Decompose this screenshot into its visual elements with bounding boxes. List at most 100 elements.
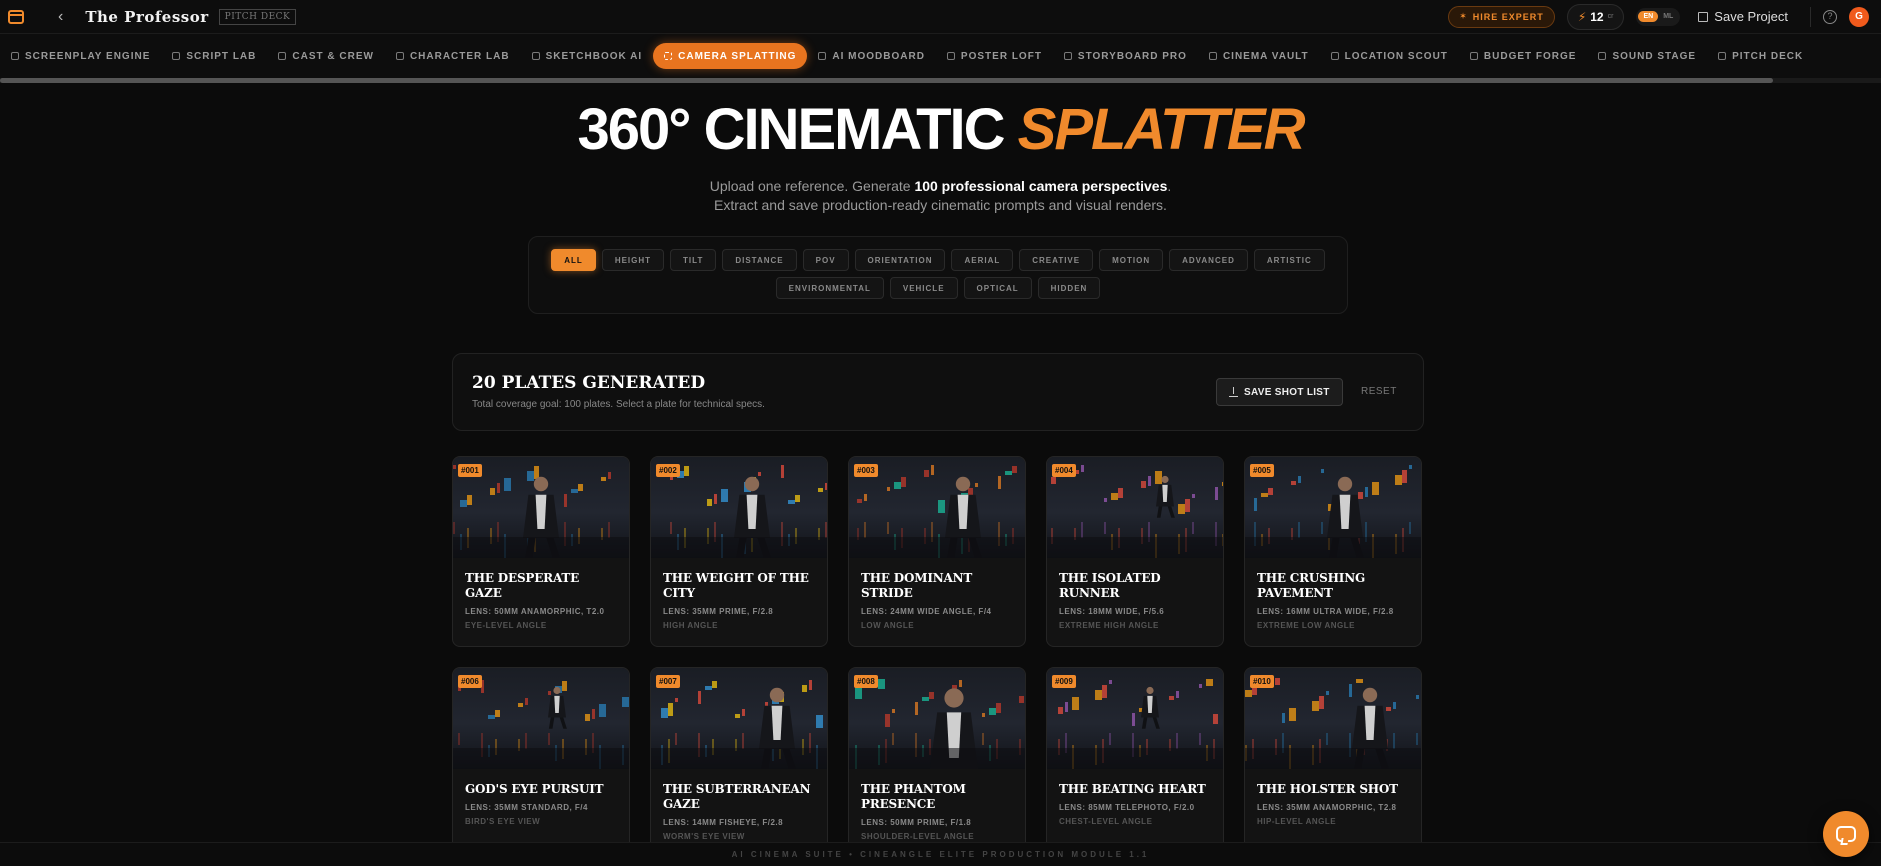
nav-item[interactable]: CHARACTER LAB: [385, 43, 521, 69]
filter-chip[interactable]: VEHICLE: [889, 277, 958, 299]
plate-thumbnail[interactable]: #003: [849, 457, 1025, 558]
plate-thumbnail[interactable]: #002: [651, 457, 827, 558]
project-title: The Professor: [85, 7, 209, 26]
clapperboard-icon[interactable]: [8, 9, 24, 24]
filter-chip[interactable]: ARTISTIC: [1253, 249, 1325, 271]
plate-thumbnail[interactable]: #009: [1047, 668, 1223, 769]
filter-chip[interactable]: MOTION: [1099, 249, 1164, 271]
nav-item[interactable]: LOCATION SCOUT: [1320, 43, 1459, 69]
hire-expert-button[interactable]: ✶ HIRE EXPERT: [1448, 5, 1555, 28]
plate-card[interactable]: #009 THE BEATING HEART LENS: 85MM TELEPHOT…: [1046, 667, 1224, 858]
nav-scrollbar[interactable]: [0, 78, 1881, 83]
camera-icon: [664, 52, 673, 60]
plate-lens: LENS: 50MM ANAMORPHIC, T2.0: [465, 607, 605, 616]
plate-angle: WORM'S EYE VIEW: [663, 832, 745, 841]
nav-item-label: SOUND STAGE: [1612, 50, 1697, 62]
plate-card[interactable]: #003 THE DOMINANT STRIDE LENS: 24MM WIDE A…: [848, 456, 1026, 647]
plate-lens: LENS: 16MM ULTRA WIDE, F/2.8: [1257, 607, 1394, 616]
reset-button[interactable]: RESET: [1361, 386, 1397, 397]
plate-title: THE DOMINANT STRIDE: [861, 571, 973, 600]
plate-number-badge: #009: [1052, 675, 1076, 688]
nav-item[interactable]: CINEMA VAULT: [1198, 43, 1320, 69]
plate-card[interactable]: #006 GOD'S EYE PURSUIT LENS: 35MM STANDARD…: [452, 667, 630, 858]
plate-thumbnail[interactable]: #005: [1245, 457, 1421, 558]
save-project-button[interactable]: Save Project: [1698, 9, 1788, 24]
nav-item[interactable]: AI MOODBOARD: [807, 43, 936, 69]
save-shot-list-button[interactable]: SAVE SHOT LIST: [1216, 378, 1343, 406]
filter-chip[interactable]: CREATIVE: [1019, 249, 1094, 271]
plate-angle: BIRD'S EYE VIEW: [465, 817, 541, 826]
download-icon: [1229, 386, 1238, 397]
plate-card[interactable]: #002 THE WEIGHT OF THE CITY LENS: 35MM PRI…: [650, 456, 828, 647]
nav-item[interactable]: BUDGET FORGE: [1459, 43, 1588, 69]
plate-lens: LENS: 24MM WIDE ANGLE, F/4: [861, 607, 992, 616]
avatar[interactable]: G: [1849, 6, 1869, 27]
nav-item[interactable]: STORYBOARD PRO: [1053, 43, 1198, 69]
credits-badge[interactable]: ⚡ 12 cr: [1566, 3, 1625, 30]
plate-card[interactable]: #001 THE DESPERATE GAZE LENS: 50MM ANAMORP…: [452, 456, 630, 647]
plate-title: THE HOLSTER SHOT: [1257, 782, 1398, 796]
plates-summary: 20 PLATES GENERATED Total coverage goal:…: [452, 353, 1424, 431]
plate-card[interactable]: #005 THE CRUSHING PAVEMENT LENS: 16MM ULTR…: [1244, 456, 1422, 647]
plate-card[interactable]: #008 THE PHANTOM PRESENCE LENS: 50MM PRIME…: [848, 667, 1026, 858]
nav-item-label: PITCH DECK: [1732, 50, 1804, 62]
lang-en[interactable]: EN: [1638, 11, 1659, 22]
filter-chip[interactable]: ADVANCED: [1169, 249, 1248, 271]
plate-title: THE CRUSHING PAVEMENT: [1257, 571, 1366, 600]
nav-item[interactable]: CAMERA SPLATTING: [653, 43, 808, 69]
plate-thumbnail[interactable]: #001: [453, 457, 629, 558]
filter-chip[interactable]: POV: [802, 249, 849, 271]
nav-item[interactable]: SKETCHBOOK AI: [521, 43, 654, 69]
nav-item-label: POSTER LOFT: [960, 50, 1042, 62]
plate-angle: EYE-LEVEL ANGLE: [465, 621, 547, 630]
filter-chip[interactable]: OPTICAL: [963, 277, 1032, 299]
nav-item[interactable]: SOUND STAGE: [1587, 43, 1707, 69]
nav-item[interactable]: CAST & CREW: [267, 43, 385, 69]
language-toggle[interactable]: EN ML: [1636, 7, 1681, 26]
filter-chip[interactable]: HIDDEN: [1037, 277, 1101, 299]
nav-item[interactable]: PITCH DECK: [1707, 43, 1814, 69]
filter-chip[interactable]: ALL: [551, 249, 596, 271]
plate-card[interactable]: #007 THE SUBTERRANEAN GAZE LENS: 14MM FISH…: [650, 667, 828, 858]
filter-chip[interactable]: DISTANCE: [722, 249, 797, 271]
nav-scrollbar-thumb[interactable]: [0, 78, 1773, 83]
plate-lens: LENS: 18MM WIDE, F/5.6: [1059, 607, 1165, 616]
nav-item[interactable]: SCRIPT LAB: [161, 43, 267, 69]
lang-ml[interactable]: ML: [1658, 11, 1678, 22]
page-title: 360° CINEMATIC SPLATTER: [0, 96, 1881, 163]
plates-subtitle: Total coverage goal: 100 plates. Select …: [472, 399, 765, 410]
filter-chip[interactable]: ORIENTATION: [854, 249, 946, 271]
filter-chip[interactable]: HEIGHT: [601, 249, 665, 271]
plate-angle: EXTREME LOW ANGLE: [1257, 621, 1355, 630]
plate-number-badge: #008: [854, 675, 878, 688]
vault-icon: [1208, 52, 1217, 60]
nav-item-label: BUDGET FORGE: [1483, 50, 1577, 62]
divider: [1810, 6, 1811, 27]
plate-thumbnail[interactable]: #008: [849, 668, 1025, 769]
sketch-icon: [531, 52, 540, 60]
plate-thumbnail[interactable]: #004: [1047, 457, 1223, 558]
filter-chip[interactable]: AERIAL: [951, 249, 1014, 271]
script-icon: [172, 52, 181, 60]
filter-chip[interactable]: ENVIRONMENTAL: [775, 277, 884, 299]
screenplay-icon: [11, 52, 19, 60]
plate-lens: LENS: 35MM ANAMORPHIC, T2.8: [1257, 803, 1397, 812]
help-icon[interactable]: ?: [1823, 9, 1837, 24]
credits-unit: cr: [1607, 13, 1614, 20]
plate-thumbnail[interactable]: #006: [453, 668, 629, 769]
filter-chip[interactable]: TILT: [670, 249, 717, 271]
save-disk-icon: [1698, 11, 1709, 22]
nav-item[interactable]: POSTER LOFT: [936, 43, 1053, 69]
plate-thumbnail[interactable]: #007: [651, 668, 827, 769]
plate-card[interactable]: #004 THE ISOLATED RUNNER LENS: 18MM WIDE, …: [1046, 456, 1224, 647]
nav-item[interactable]: SCREENPLAY ENGINE: [0, 43, 161, 69]
plate-title: THE ISOLATED RUNNER: [1059, 571, 1161, 600]
chat-button[interactable]: [1823, 811, 1869, 857]
plate-thumbnail[interactable]: #010: [1245, 668, 1421, 769]
subtitle-pre: Upload one reference. Generate: [709, 178, 911, 194]
plate-number-badge: #006: [458, 675, 482, 688]
plate-card[interactable]: #010 THE HOLSTER SHOT LENS: 35MM ANAMORPHI…: [1244, 667, 1422, 858]
back-arrow-icon[interactable]: ‹: [58, 8, 63, 26]
nav-item-label: STORYBOARD PRO: [1077, 50, 1187, 62]
chat-icon: [1836, 826, 1856, 842]
